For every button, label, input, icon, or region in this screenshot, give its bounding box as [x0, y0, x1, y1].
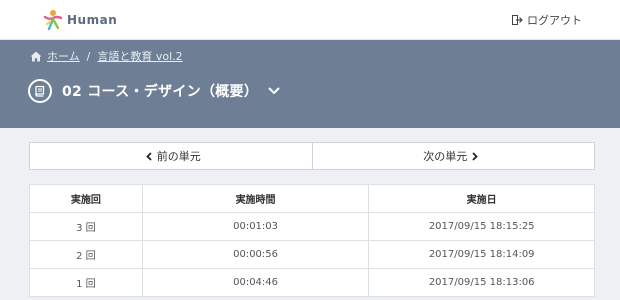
chevron-down-icon[interactable] — [268, 87, 280, 95]
logout-link[interactable]: ログアウト — [512, 12, 582, 28]
date-cell: 2017/09/15 18:15:25 — [368, 212, 595, 241]
page-title: 02 コース・デザイン（概要） — [62, 84, 259, 100]
logout-label: ログアウト — [527, 14, 582, 27]
title-row: 02 コース・デザイン（概要） — [28, 78, 280, 104]
duration-cell: 00:04:46 — [141, 268, 370, 297]
date-cell: 2017/09/15 18:13:06 — [368, 268, 595, 297]
logo-figure-icon — [42, 9, 64, 31]
chevron-left-icon — [145, 151, 152, 161]
next-unit-button[interactable]: 次の単元 — [312, 142, 595, 170]
breadcrumb-home-link[interactable]: ホーム — [47, 48, 80, 64]
logo[interactable]: Human — [42, 8, 117, 32]
table-header-row: 実施回 実施時間 実施日 — [29, 184, 595, 213]
attempts-table-container: 実施回 実施時間 実施日 3 回 00:01:03 2017/09/15 18:… — [29, 184, 595, 297]
home-icon — [30, 51, 42, 62]
logo-text: Human — [67, 13, 118, 27]
table-row: 1 回 00:04:46 2017/09/15 18:13:06 — [29, 268, 595, 297]
duration-cell: 00:01:03 — [141, 212, 370, 241]
column-header-duration: 実施時間 — [141, 184, 370, 213]
breadcrumb: ホーム / 言語と教育 vol.2 — [30, 48, 183, 64]
table-row: 3 回 00:01:03 2017/09/15 18:15:25 — [29, 212, 595, 241]
top-bar: Human ログアウト — [0, 0, 620, 40]
attempts-table: 実施回 実施時間 実施日 3 回 00:01:03 2017/09/15 18:… — [29, 184, 595, 297]
breadcrumb-separator: / — [86, 49, 91, 63]
next-unit-label: 次の単元 — [423, 150, 468, 163]
attempt-cell: 2 回 — [29, 240, 143, 269]
book-icon — [28, 79, 52, 103]
chevron-right-icon — [472, 151, 479, 161]
duration-cell: 00:00:56 — [141, 240, 370, 269]
prev-unit-button[interactable]: 前の単元 — [29, 142, 313, 170]
table-row: 2 回 00:00:56 2017/09/15 18:14:09 — [29, 240, 595, 269]
column-header-date: 実施日 — [368, 184, 595, 213]
column-header-attempt: 実施回 — [29, 184, 143, 213]
sign-out-icon — [512, 15, 523, 25]
breadcrumb-course-link[interactable]: 言語と教育 vol.2 — [97, 48, 182, 64]
attempt-cell: 3 回 — [29, 212, 143, 241]
attempt-cell: 1 回 — [29, 268, 143, 297]
page-header: ホーム / 言語と教育 vol.2 02 コース・デザイン（概要） — [0, 40, 620, 128]
prev-unit-label: 前の単元 — [156, 150, 201, 163]
date-cell: 2017/09/15 18:14:09 — [368, 240, 595, 269]
unit-navigation: 前の単元 次の単元 — [29, 142, 595, 170]
